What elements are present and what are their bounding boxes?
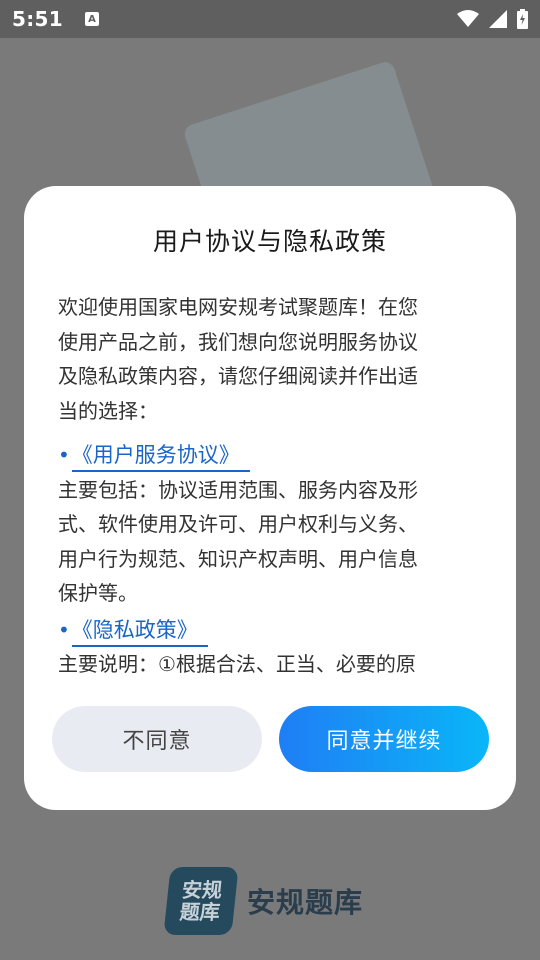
disagree-button[interactable]: 不同意 [52, 706, 262, 772]
status-bar: 5:51 A [0, 0, 540, 38]
privacy-policy-link[interactable]: 《隐私政策》 [71, 615, 208, 647]
intro-line: 及隐私政策内容，请您仔细阅读并作出适 [58, 364, 418, 388]
app-logo: 安规 题库 安规题库 [163, 866, 364, 936]
description-line: 式、软件使用及许可、用户权利与义务、 [58, 512, 418, 536]
status-icons [457, 9, 528, 29]
privacy-policy-item: • 《隐私政策》 [58, 613, 484, 648]
status-time: 5:51 [12, 7, 63, 31]
intro-line: 使用产品之前，我们想向您说明服务协议 [58, 329, 418, 354]
intro-line: 欢迎使用国家电网安规考试聚题库！在您 [58, 295, 418, 319]
a-icon: A [84, 12, 99, 26]
description-line: 主要包括：协议适用范围、服务内容及形 [58, 477, 418, 502]
description-line: 主要说明：①根据合法、正当、必要的原 [58, 652, 416, 674]
intro-text: 欢迎使用国家电网安规考试聚题库！在您 使用产品之前，我们想向您说明服务协议 及隐… [58, 290, 484, 428]
user-agreement-link[interactable]: 《用户服务协议》 [71, 440, 250, 472]
battery-icon [517, 9, 528, 29]
cell-signal-icon [489, 10, 507, 28]
app-logo-icon: 安规 题库 [163, 867, 239, 935]
logo-icon-text: 安规 [180, 878, 224, 902]
user-agreement-item: • 《用户服务协议》 [58, 438, 484, 473]
bullet: • [58, 617, 70, 642]
app-name: 安规题库 [247, 886, 364, 919]
intro-line: 当的选择： [58, 398, 158, 423]
bullet: • [58, 443, 70, 467]
description-line: 用户行为规范、知识产权声明、用户信息 [58, 546, 418, 571]
user-agreement-description: 主要包括：协议适用范围、服务内容及形 式、软件使用及许可、用户权利与义务、 用户… [58, 473, 484, 611]
dialog-content[interactable]: 欢迎使用国家电网安规考试聚题库！在您 使用产品之前，我们想向您说明服务协议 及隐… [58, 290, 484, 674]
wifi-icon [457, 10, 479, 27]
logo-icon-text: 题库 [178, 900, 222, 924]
dialog-title: 用户协议与隐私政策 [152, 227, 387, 256]
privacy-policy-description: 主要说明：①根据合法、正当、必要的原 [58, 647, 484, 674]
agree-continue-button[interactable]: 同意并继续 [279, 706, 489, 772]
description-line: 保护等。 [58, 581, 138, 605]
agreement-dialog: 用户协议与隐私政策 欢迎使用国家电网安规考试聚题库！在您 使用产品之前，我们想向… [24, 186, 516, 810]
